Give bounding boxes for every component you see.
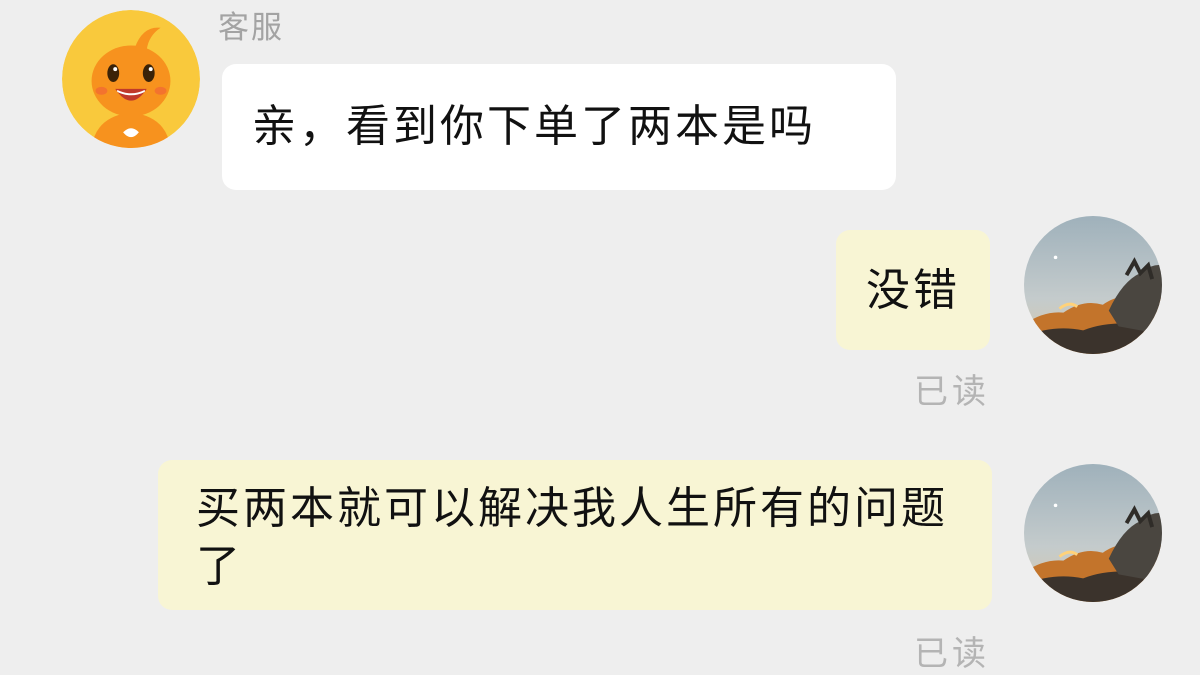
sunset-landscape-avatar-icon xyxy=(1024,464,1162,602)
read-status: 已读 xyxy=(914,634,990,674)
agent-avatar[interactable] xyxy=(62,10,200,148)
user-avatar[interactable] xyxy=(1024,216,1162,354)
message-text: 没错 xyxy=(866,265,960,316)
read-status: 已读 xyxy=(914,372,990,412)
sunset-landscape-avatar-icon xyxy=(1024,216,1162,354)
orange-mascot-avatar-icon xyxy=(62,10,200,148)
outgoing-message-bubble[interactable]: 买两本就可以解决我人生所有的问题了 xyxy=(158,460,992,610)
message-text: 买两本就可以解决我人生所有的问题了 xyxy=(196,483,948,592)
message-text: 亲，看到你下单了两本是吗 xyxy=(252,101,816,152)
incoming-message-bubble[interactable]: 亲，看到你下单了两本是吗 xyxy=(222,64,896,190)
agent-name: 客服 xyxy=(218,10,284,46)
user-avatar[interactable] xyxy=(1024,464,1162,602)
outgoing-message-bubble[interactable]: 没错 xyxy=(836,230,990,350)
